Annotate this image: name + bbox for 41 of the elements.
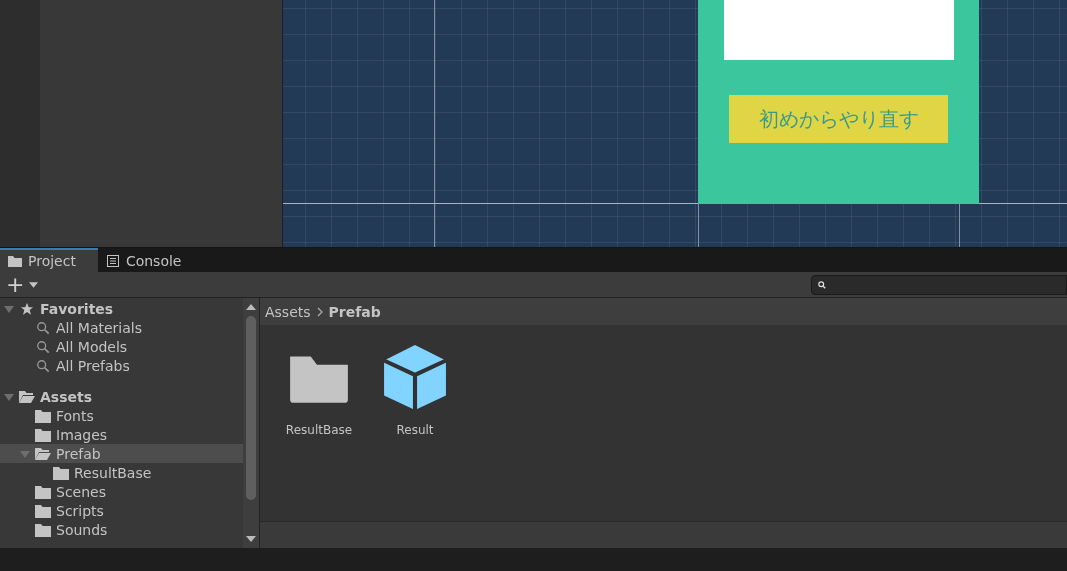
open-folder-icon <box>19 389 35 404</box>
tree-item[interactable]: Sounds <box>0 520 243 539</box>
chevron-right-icon <box>316 306 323 317</box>
tree-item[interactable]: Scenes <box>0 482 243 501</box>
folder-icon <box>35 427 51 442</box>
search-icon <box>35 339 51 354</box>
open-folder-icon <box>35 446 51 461</box>
folder-icon <box>35 503 51 518</box>
folder-icon <box>53 465 69 480</box>
tree-item[interactable]: Images <box>0 425 243 444</box>
tree-item[interactable]: Fonts <box>0 406 243 425</box>
folder-icon <box>35 484 51 499</box>
folder-icon <box>35 522 51 537</box>
search-icon <box>35 358 51 373</box>
asset-label: ResultBase <box>285 423 353 437</box>
panel-tab[interactable]: Console <box>97 248 204 272</box>
tree-item[interactable]: Assets <box>0 387 243 406</box>
panel-tab[interactable]: Project <box>0 248 98 272</box>
search-icon <box>35 320 51 335</box>
breadcrumb-item[interactable]: Assets <box>265 303 311 320</box>
tree-item[interactable]: All Materials <box>0 318 243 337</box>
list-icon <box>105 255 120 267</box>
folder-icon <box>8 255 22 267</box>
caret-icon[interactable] <box>29 281 39 288</box>
tree-item[interactable]: ResultBase <box>0 463 243 482</box>
scroll-up-icon[interactable] <box>246 304 256 310</box>
tree-item[interactable]: All Prefabs <box>0 356 243 375</box>
star-icon <box>19 301 35 316</box>
asset-label: Result <box>396 423 434 437</box>
folder-icon <box>35 408 51 423</box>
tree-item[interactable]: Scripts <box>0 501 243 520</box>
tree-item[interactable]: Prefab <box>0 444 243 463</box>
add-button[interactable]: + <box>0 273 27 296</box>
tree-item[interactable]: All Models <box>0 337 243 356</box>
cube-icon[interactable] <box>382 343 448 411</box>
scroll-down-icon[interactable] <box>246 536 256 542</box>
search-icon <box>818 280 826 289</box>
search-field[interactable] <box>811 274 1067 295</box>
breadcrumb-item[interactable]: Prefab <box>328 303 381 320</box>
tree-item[interactable]: Favorites <box>0 299 243 318</box>
scrollbar[interactable] <box>243 298 260 548</box>
